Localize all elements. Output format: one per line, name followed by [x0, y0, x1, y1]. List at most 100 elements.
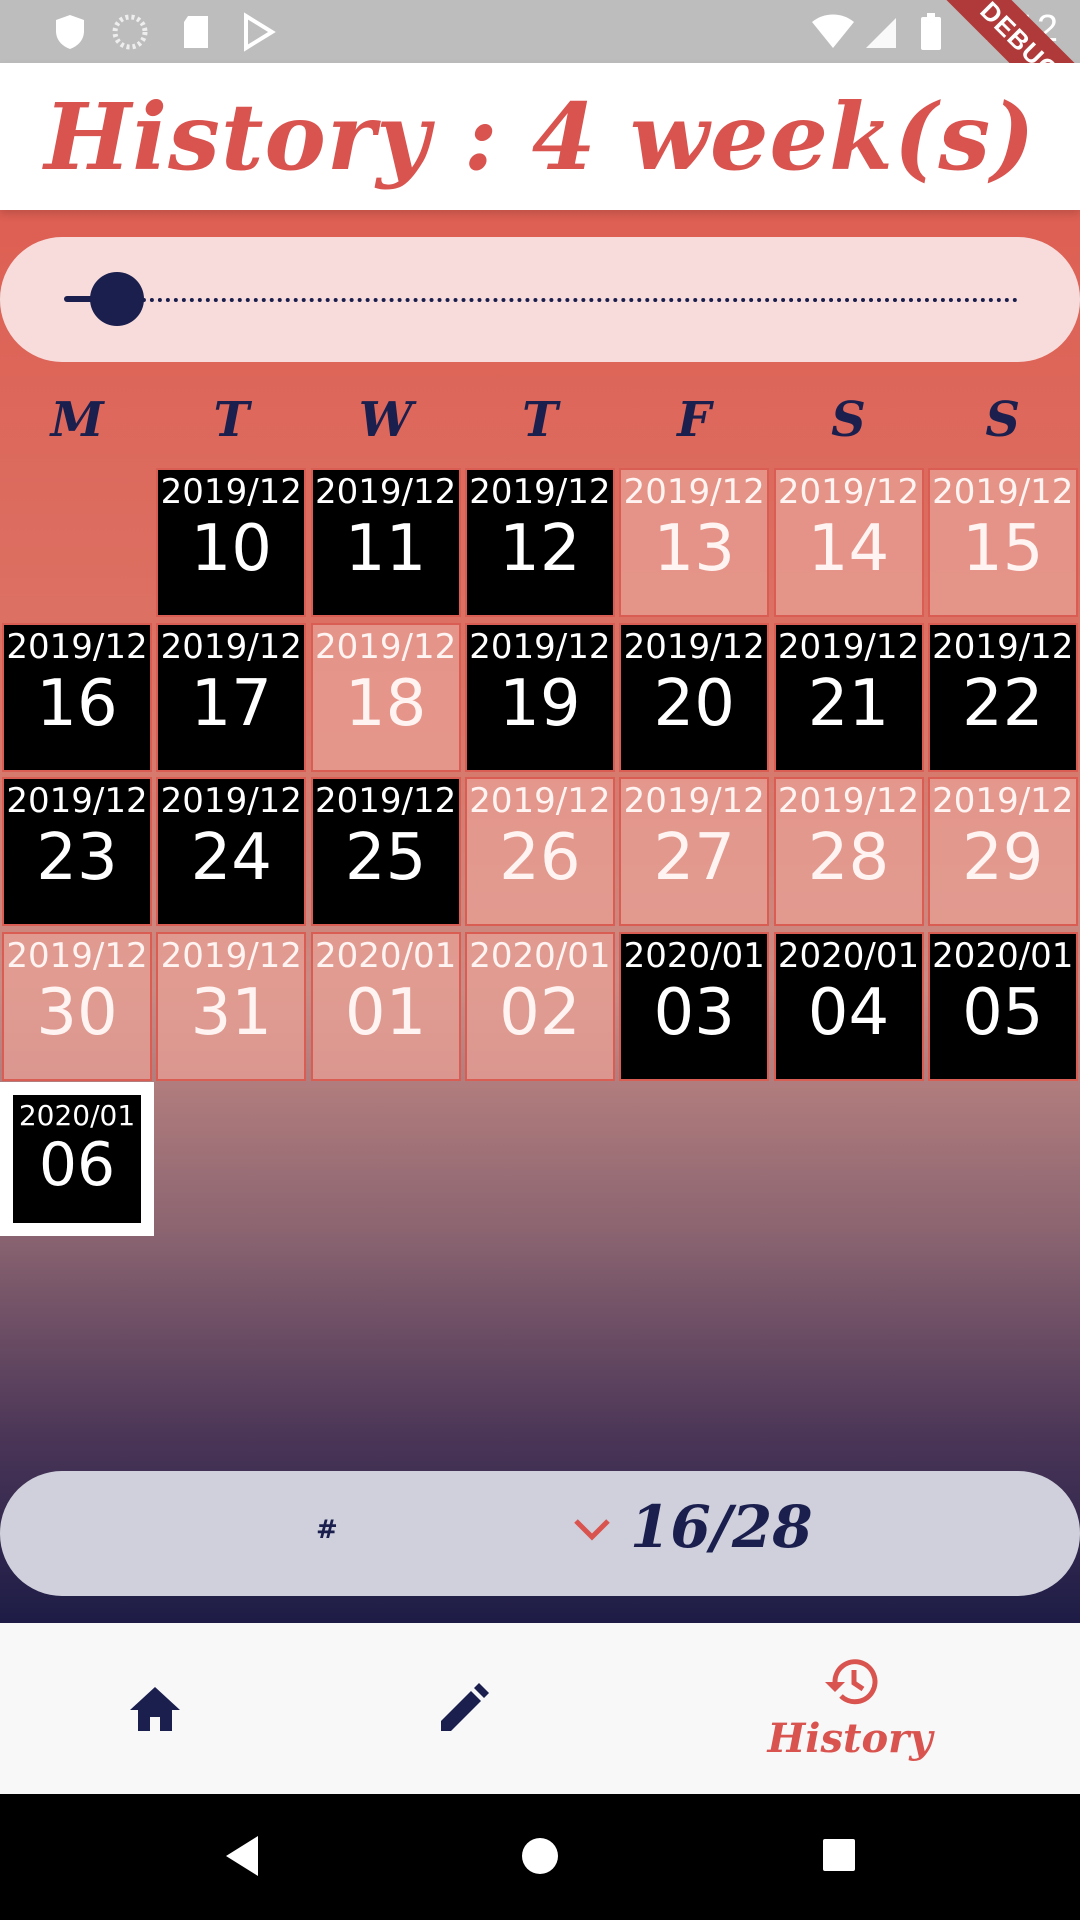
chevron-down-icon[interactable] [572, 1509, 612, 1549]
calendar-day-cell[interactable]: 2019/12 25 [310, 777, 461, 926]
cell-day: 25 [344, 821, 427, 895]
cell-day: 24 [190, 821, 273, 895]
play-store-icon [244, 12, 276, 52]
calendar-day-cell[interactable]: 2019/12 18 [310, 622, 461, 772]
calendar-day-cell[interactable]: 2020/01 03 [619, 931, 770, 1081]
history-icon [825, 1659, 878, 1705]
weekday-label: W [358, 392, 413, 448]
cell-year-month: 2019/12 [623, 626, 765, 667]
cell-day: 06 [38, 1130, 116, 1200]
cell-year-month: 2019/12 [469, 472, 611, 512]
cell-day: 23 [36, 821, 118, 895]
sd-card-icon [184, 16, 208, 48]
recents-icon[interactable] [820, 1836, 858, 1874]
system-navigation-bar [0, 1794, 1080, 1920]
calendar-day-cell[interactable]: 2019/12 31 [156, 931, 307, 1081]
cell-year-month: 2020/01 [314, 935, 457, 976]
slider-track[interactable] [70, 298, 1018, 302]
main-content: MTWTFSS 2019/12 10 2019/12 11 2019/12 12 2019/… [0, 210, 1080, 1623]
cell-day: 01 [344, 975, 427, 1050]
summary-bar: # 16/28 [0, 1471, 1080, 1596]
cell-day: 15 [962, 512, 1044, 586]
back-icon[interactable] [222, 1834, 262, 1878]
weekday-label: M [50, 392, 104, 448]
status-bar: 1:12 DEBUG [0, 0, 1080, 150]
calendar-day-cell[interactable]: 2019/12 19 [464, 622, 615, 772]
calendar-day-cell[interactable]: 2019/12 21 [773, 622, 924, 772]
cell-day: 10 [190, 512, 273, 586]
cell-year-month: 2019/12 [623, 472, 765, 512]
calendar-day-cell[interactable]: 2019/12 20 [619, 622, 770, 772]
cell-year-month: 2020/01 [932, 935, 1074, 976]
cell-year-month: 2019/12 [314, 626, 457, 667]
calendar-day-cell[interactable]: 2020/01 01 [310, 931, 461, 1081]
calendar-day-cell[interactable]: 2019/12 24 [156, 777, 307, 926]
cell-day: 27 [653, 821, 735, 895]
weeks-slider-card [0, 237, 1080, 362]
calendar-day-cell[interactable]: 2019/12 26 [464, 777, 615, 926]
cell-year-month: 2020/01 [469, 935, 611, 976]
shield-icon [56, 15, 84, 49]
cell-year-month: 2019/12 [6, 781, 148, 821]
calendar-day-cell[interactable]: 2019/12 14 [773, 468, 924, 617]
slider-thumb[interactable] [90, 272, 144, 326]
today-cell-inner: 2020/01 06 [13, 1095, 141, 1223]
weekday-label: F [677, 392, 712, 448]
calendar-day-cell[interactable]: 2020/01 04 [773, 931, 924, 1081]
calendar-day-cell[interactable]: 2020/01 05 [927, 931, 1078, 1081]
cell-year-month: 2019/12 [932, 626, 1074, 667]
cell-year-month: 2020/01 [777, 935, 920, 976]
calendar-day-cell[interactable]: 2019/12 30 [2, 931, 152, 1081]
cell-year-month: 2019/12 [932, 472, 1074, 512]
calendar-day-cell[interactable]: 2019/12 10 [156, 468, 307, 617]
marked-count: 16/28 [630, 1493, 813, 1561]
cell-year-month: 2019/12 [777, 781, 920, 821]
calendar-day-cell[interactable]: 2019/12 27 [619, 777, 770, 926]
nav-history-label: History [767, 1715, 933, 1762]
cell-year-month: 2019/12 [777, 472, 920, 512]
cell-day: 31 [190, 975, 273, 1050]
nav-edit[interactable] [408, 1623, 518, 1794]
cell-day: 22 [962, 666, 1044, 741]
calendar-day-cell[interactable]: 2019/12 16 [2, 622, 152, 772]
cell-year-month: 2019/12 [469, 781, 611, 821]
battery-icon [921, 13, 941, 50]
cell-year-month: 2019/12 [932, 781, 1074, 821]
cell-year-month: 2020/01 [18, 1099, 136, 1132]
weekday-label: S [985, 392, 1021, 448]
calendar-day-cell[interactable]: 2019/12 13 [619, 468, 770, 617]
calendar-day-cell[interactable]: 2019/12 23 [2, 777, 152, 926]
cell-year-month: 2019/12 [469, 626, 611, 667]
calendar-day-cell[interactable]: 2019/12 17 [156, 622, 307, 772]
weekday-label: T [522, 392, 558, 448]
home-icon [130, 1686, 180, 1731]
page-title: History : 4 week(s) [44, 82, 1036, 191]
calendar-day-cell[interactable]: 2020/01 02 [464, 931, 615, 1081]
cell-day: 18 [344, 666, 427, 741]
cell-day: 02 [499, 975, 581, 1050]
weekday-label: T [213, 392, 250, 448]
calendar-day-cell[interactable]: 2019/12 12 [464, 468, 615, 617]
calendar-day-cell[interactable]: 2019/12 11 [310, 468, 461, 617]
cell-day: 12 [499, 512, 581, 586]
nav-history[interactable]: History [760, 1623, 940, 1794]
home-circle-icon[interactable] [518, 1834, 562, 1878]
cell-day: 05 [962, 975, 1044, 1050]
wifi-icon [812, 14, 854, 48]
pencil-icon [441, 1682, 489, 1731]
cell-year-month: 2019/12 [314, 781, 457, 821]
cell-day: 30 [36, 975, 118, 1050]
weekday-header: MTWTFSS [0, 380, 1080, 460]
calendar-day-cell[interactable]: 2019/12 22 [927, 622, 1078, 772]
calendar-day-cell[interactable]: 2019/12 28 [773, 777, 924, 926]
cell-day: 16 [36, 666, 118, 741]
calendar-day-cell[interactable]: 2019/12 29 [927, 777, 1078, 926]
today-cell[interactable]: 2020/01 06 [0, 1082, 154, 1236]
nav-home[interactable] [100, 1623, 210, 1794]
cell-day: 28 [807, 821, 890, 895]
cell-day: 17 [190, 666, 273, 741]
app-bar: History : 4 week(s) [0, 63, 1080, 210]
cell-year-month: 2019/12 [160, 935, 302, 976]
calendar-day-cell[interactable]: 2019/12 15 [927, 468, 1078, 617]
cell-year-month: 2020/01 [623, 935, 765, 976]
